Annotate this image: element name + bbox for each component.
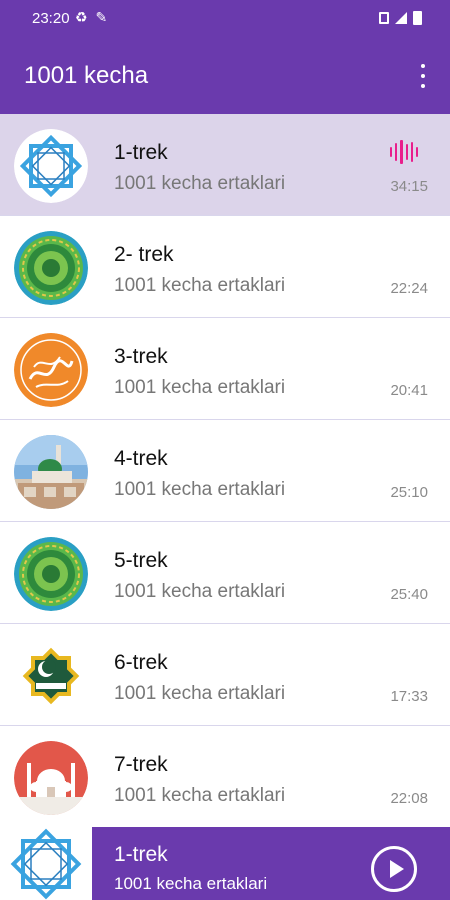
- app-bar: 1001 kecha: [0, 38, 450, 114]
- track-subtitle: 1001 kecha ertaklari: [114, 683, 286, 704]
- star-octagon-icon: [0, 827, 92, 900]
- track-row-5[interactable]: 5-trek 1001 kecha ertaklari 25:40: [0, 522, 450, 624]
- track-duration: 25:40: [390, 586, 428, 603]
- track-duration: 22:08: [390, 790, 428, 807]
- track-duration: 17:33: [390, 688, 428, 705]
- track-row-6[interactable]: 6-trek 1001 kecha ertaklari 17:33: [0, 624, 450, 726]
- green-mandala-icon: [14, 537, 88, 611]
- crescent-star-icon: [14, 639, 88, 713]
- track-duration: 22:24: [390, 280, 428, 297]
- track-subtitle: 1001 kecha ertaklari: [114, 785, 286, 806]
- star-octagon-icon: [14, 129, 88, 203]
- track-subtitle: 1001 kecha ertaklari: [114, 479, 286, 500]
- status-bar: 23:20 ♻ ✎: [0, 0, 450, 38]
- status-time: 23:20: [32, 10, 70, 27]
- status-left-icons: ♻ ✎: [75, 9, 109, 26]
- player-thumbnail: [0, 827, 92, 900]
- signal-icon: [395, 12, 407, 24]
- player-subtitle: 1001 kecha ertaklari: [114, 874, 268, 893]
- mosque-domes-icon: [14, 741, 88, 815]
- mini-player[interactable]: 1-trek 1001 kecha ertaklari: [0, 827, 450, 900]
- track-duration: 20:41: [390, 382, 428, 399]
- calligraphy-icon: [14, 333, 88, 407]
- track-subtitle: 1001 kecha ertaklari: [114, 275, 286, 296]
- equalizer-icon: [390, 140, 419, 164]
- track-title: 6-trek: [114, 651, 168, 674]
- track-title: 3-trek: [114, 345, 168, 368]
- battery-icon: [413, 11, 422, 25]
- track-duration: 34:15: [390, 178, 428, 195]
- track-row-3[interactable]: 3-trek 1001 kecha ertaklari 20:41: [0, 318, 450, 420]
- track-row-4[interactable]: 4-trek 1001 kecha ertaklari 25:10: [0, 420, 450, 522]
- track-row-7[interactable]: 7-trek 1001 kecha ertaklari 22:08: [0, 726, 450, 826]
- track-subtitle: 1001 kecha ertaklari: [114, 377, 286, 398]
- status-right-icons: [379, 11, 422, 25]
- track-title: 1-trek: [114, 141, 168, 164]
- track-subtitle: 1001 kecha ertaklari: [114, 173, 286, 194]
- track-row-1[interactable]: 1-trek 1001 kecha ertaklari 34:15: [0, 114, 450, 216]
- more-vert-icon[interactable]: [418, 64, 428, 90]
- wrench-icon: ✎: [95, 9, 110, 25]
- track-duration: 25:10: [390, 484, 428, 501]
- mute-icon: [379, 12, 389, 24]
- play-button[interactable]: [371, 846, 417, 892]
- mosque-photo-icon: [14, 435, 88, 509]
- track-subtitle: 1001 kecha ertaklari: [114, 581, 286, 602]
- sync-icon: ♻: [75, 9, 90, 25]
- green-mandala-icon: [14, 231, 88, 305]
- app-title: 1001 kecha: [24, 62, 149, 89]
- play-icon: [390, 860, 404, 878]
- track-title: 5-trek: [114, 549, 168, 572]
- player-title: 1-trek: [114, 843, 168, 866]
- track-title: 2- trek: [114, 243, 174, 266]
- track-list[interactable]: 1-trek 1001 kecha ertaklari 34:15 2- tre…: [0, 114, 450, 826]
- track-row-2[interactable]: 2- trek 1001 kecha ertaklari 22:24: [0, 216, 450, 318]
- track-title: 4-trek: [114, 447, 168, 470]
- track-title: 7-trek: [114, 753, 168, 776]
